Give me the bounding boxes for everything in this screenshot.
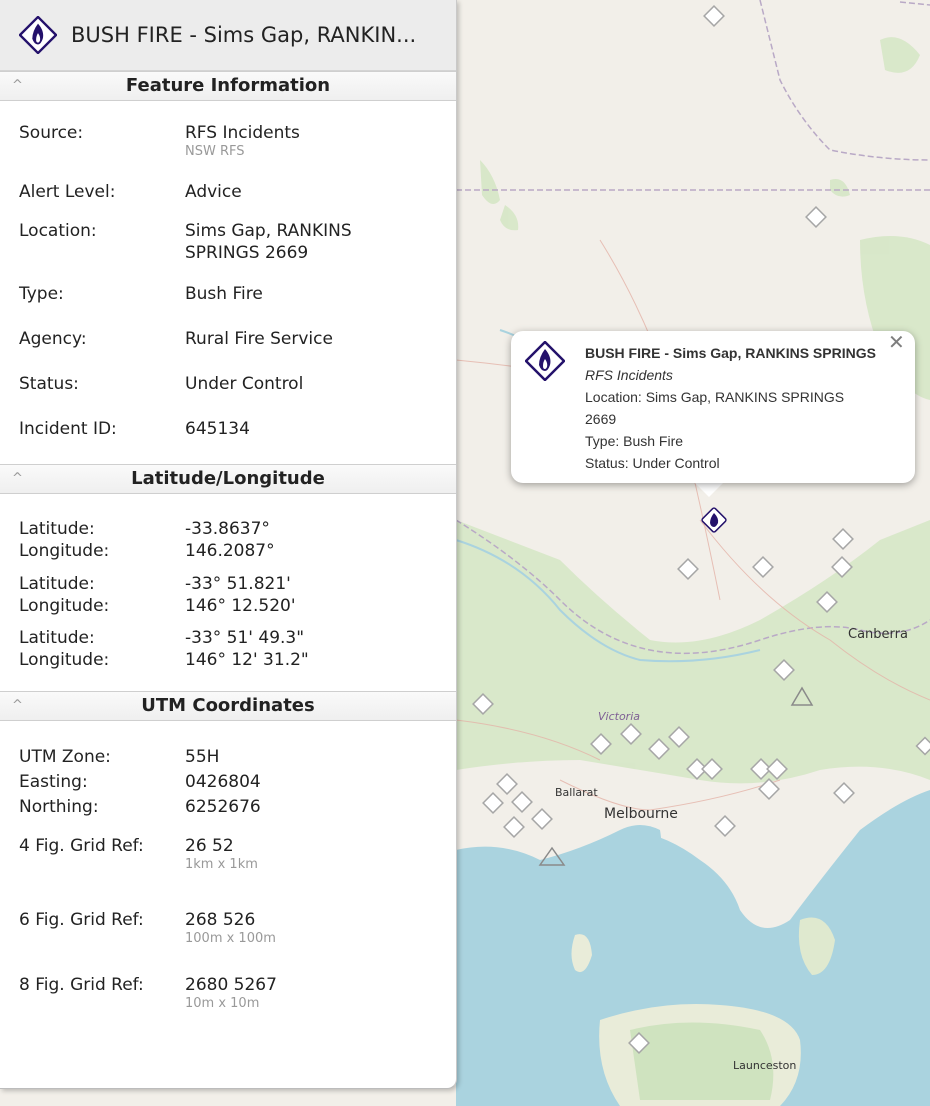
label-latitude: Latitude: (19, 519, 95, 539)
label-longitude: Longitude: (19, 541, 110, 561)
popup-location-postcode: 2669 (585, 411, 617, 427)
popup-title: BUSH FIRE - Sims Gap, RANKINS SPRINGS (585, 345, 876, 361)
value-easting: 0426804 (185, 772, 261, 792)
label-location: Location: (19, 221, 97, 241)
value-incident-id: 645134 (185, 419, 250, 439)
row-type: Type: Bush Fire (0, 283, 456, 328)
value-grid-ref-4-sub: 1km x 1km (185, 857, 258, 872)
panel-title: BUSH FIRE - Sims Gap, RANKIN... (71, 23, 417, 47)
label-longitude: Longitude: (19, 650, 110, 670)
section-header-utm-coordinates[interactable]: ^ UTM Coordinates (0, 691, 456, 721)
label-grid-ref-6: 6 Fig. Grid Ref: (19, 910, 144, 930)
latlon-dm-group: Latitude: -33° 51.821' Longitude: 146° 12.… (0, 573, 456, 627)
section-title: Latitude/Longitude (131, 468, 325, 489)
label-agency: Agency: (19, 329, 87, 349)
value-longitude-dms: 146° 12' 31.2" (185, 650, 309, 670)
collapse-caret-icon[interactable]: ^ (12, 465, 23, 493)
row-agency: Agency: Rural Fire Service (0, 328, 456, 373)
section-header-latitude-longitude[interactable]: ^ Latitude/Longitude (0, 464, 456, 494)
label-grid-ref-4: 4 Fig. Grid Ref: (19, 836, 144, 856)
map-label-canberra: Canberra (848, 627, 908, 642)
value-grid-ref-6: 268 526 (185, 910, 256, 930)
map-label-ballarat: Ballarat (555, 786, 598, 799)
latlon-dms-group: Latitude: -33° 51' 49.3" Longitude: 146° 1… (0, 627, 456, 691)
label-latitude: Latitude: (19, 574, 95, 594)
value-location-line2: SPRINGS 2669 (185, 243, 309, 263)
section-header-feature-information[interactable]: ^ Feature Information (0, 71, 456, 101)
popup-location: Location: Sims Gap, RANKINS SPRINGS (585, 389, 845, 405)
panel-titlebar: BUSH FIRE - Sims Gap, RANKIN... (0, 0, 456, 71)
row-grid-ref-4: 4 Fig. Grid Ref: 26 52 1km x 1km (0, 835, 456, 909)
map-label-launceston: Launceston (733, 1059, 797, 1072)
row-source: Source: RFS Incidents NSW RFS (0, 122, 456, 169)
label-type: Type: (19, 284, 64, 304)
close-icon[interactable]: ✕ (888, 333, 905, 353)
row-incident-id: Incident ID: 645134 (0, 418, 456, 462)
label-northing: Northing: (19, 797, 99, 817)
value-source: RFS Incidents (185, 123, 300, 143)
utm-group: UTM Zone: 55H Easting: 0426804 Northing: 62… (0, 745, 456, 831)
section-title: UTM Coordinates (141, 695, 315, 716)
value-longitude-decimal: 146.2087° (185, 541, 275, 561)
fire-incident-icon (525, 341, 565, 381)
fire-incident-icon (19, 16, 57, 54)
label-grid-ref-8: 8 Fig. Grid Ref: (19, 975, 144, 995)
label-status: Status: (19, 374, 79, 394)
label-source: Source: (19, 123, 84, 143)
value-grid-ref-6-sub: 100m x 100m (185, 931, 276, 946)
row-alert-level: Alert Level: Advice (0, 181, 456, 216)
latlon-decimal-group: Latitude: -33.8637° Longitude: 146.2087° (0, 518, 456, 573)
value-alert-level: Advice (185, 182, 242, 202)
value-agency: Rural Fire Service (185, 329, 333, 349)
row-status: Status: Under Control (0, 373, 456, 418)
row-grid-ref-8: 8 Fig. Grid Ref: 2680 5267 10m x 10m (0, 974, 456, 1034)
label-latitude: Latitude: (19, 628, 95, 648)
collapse-caret-icon[interactable]: ^ (12, 692, 23, 720)
row-grid-ref-6: 6 Fig. Grid Ref: 268 526 100m x 100m (0, 909, 456, 974)
popup-type: Type: Bush Fire (585, 433, 684, 449)
label-incident-id: Incident ID: (19, 419, 117, 439)
value-utm-zone: 55H (185, 747, 220, 767)
popup-source: RFS Incidents (585, 367, 673, 383)
popup-status: Status: Under Control (585, 455, 720, 471)
value-grid-ref-8: 2680 5267 (185, 975, 277, 995)
value-source-sub: NSW RFS (185, 144, 245, 159)
value-latitude-dm: -33° 51.821' (185, 574, 291, 594)
value-latitude-decimal: -33.8637° (185, 519, 270, 539)
label-utm-zone: UTM Zone: (19, 747, 111, 767)
value-grid-ref-8-sub: 10m x 10m (185, 996, 260, 1011)
value-type: Bush Fire (185, 284, 263, 304)
label-longitude: Longitude: (19, 596, 110, 616)
feature-panel: BUSH FIRE - Sims Gap, RANKIN... ^ Featur… (0, 0, 457, 1089)
value-longitude-dm: 146° 12.520' (185, 596, 296, 616)
value-status: Under Control (185, 374, 304, 394)
value-northing: 6252676 (185, 797, 261, 817)
map-label-victoria: Victoria (598, 710, 640, 723)
value-latitude-dms: -33° 51' 49.3" (185, 628, 305, 648)
value-location: Sims Gap, RANKINS (185, 221, 352, 241)
label-alert-level: Alert Level: (19, 182, 116, 202)
map-label-melbourne: Melbourne (604, 806, 678, 822)
row-location: Location: Sims Gap, RANKINS SPRINGS 2669 (0, 220, 456, 272)
collapse-caret-icon[interactable]: ^ (12, 72, 23, 100)
section-title: Feature Information (125, 75, 331, 96)
value-grid-ref-4: 26 52 (185, 836, 234, 856)
popup-tip (693, 481, 725, 497)
label-easting: Easting: (19, 772, 88, 792)
incident-popup[interactable]: BUSH FIRE - Sims Gap, RANKINS SPRINGS RF… (511, 331, 915, 483)
